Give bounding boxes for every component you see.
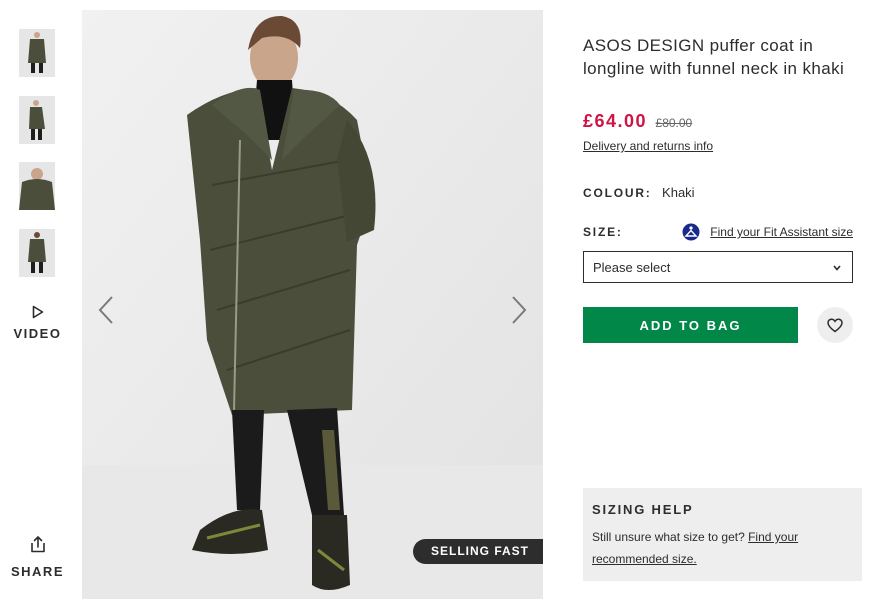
sizing-help-heading: SIZING HELP xyxy=(592,502,694,517)
size-select[interactable]: Please select xyxy=(583,251,853,283)
fit-assistant-link-text: Find your Fit Assistant size xyxy=(710,225,853,239)
add-to-bag-button[interactable]: ADD TO BAG xyxy=(583,307,798,343)
size-label: SIZE: xyxy=(583,225,623,239)
colour-row: COLOUR: Khaki xyxy=(583,184,695,202)
heart-icon xyxy=(827,317,843,332)
video-button[interactable]: VIDEO xyxy=(0,305,75,343)
colour-value: Khaki xyxy=(662,185,695,200)
selling-fast-badge: SELLING FAST xyxy=(412,539,543,564)
product-photo xyxy=(82,10,543,599)
next-image-button[interactable] xyxy=(503,295,533,325)
thumbnail-3-image xyxy=(19,162,55,210)
price-row: £64.00 £80.00 xyxy=(583,111,692,132)
sizing-help-text: Still unsure what size to get? Find your… xyxy=(592,526,853,570)
thumbnail-1[interactable] xyxy=(19,29,55,77)
sizing-help-panel: SIZING HELP Still unsure what size to ge… xyxy=(583,488,862,581)
share-icon xyxy=(30,536,45,553)
size-select-value: Please select xyxy=(593,260,671,275)
main-product-image: SELLING FAST xyxy=(82,10,543,599)
recommended-size-link-part1[interactable]: Find your xyxy=(748,530,798,544)
share-button[interactable]: SHARE xyxy=(0,535,75,581)
thumbnail-column: VIDEO SHARE xyxy=(0,0,75,606)
sizing-help-question: Still unsure what size to get? xyxy=(592,530,745,544)
chevron-right-icon xyxy=(512,296,527,324)
previous-image-button[interactable] xyxy=(92,295,122,325)
thumbnail-4[interactable] xyxy=(19,229,55,277)
thumbnail-4-image xyxy=(19,229,55,277)
fit-assistant-link[interactable]: Find your Fit Assistant size xyxy=(682,223,853,241)
thumbnail-2[interactable] xyxy=(19,96,55,144)
play-icon xyxy=(32,305,43,319)
size-row: SIZE: Find your Fit Assistant size xyxy=(583,223,853,241)
thumbnail-2-image xyxy=(19,96,55,144)
thumbnail-1-image xyxy=(19,29,55,77)
fit-assistant-icon xyxy=(682,223,700,241)
video-label: VIDEO xyxy=(13,326,62,341)
chevron-down-icon xyxy=(833,265,841,271)
share-label: SHARE xyxy=(10,564,64,579)
recommended-size-link-part2[interactable]: recommended size. xyxy=(592,552,697,566)
thumbnail-3[interactable] xyxy=(19,162,55,210)
previous-price: £80.00 xyxy=(655,116,693,130)
chevron-left-icon xyxy=(98,296,113,324)
colour-label: COLOUR: xyxy=(583,186,652,200)
product-title: ASOS DESIGN puffer coat in longline with… xyxy=(583,36,845,78)
delivery-returns-link[interactable]: Delivery and returns info xyxy=(583,139,713,153)
current-price: £64.00 xyxy=(583,111,648,131)
save-for-later-button[interactable] xyxy=(817,307,853,343)
